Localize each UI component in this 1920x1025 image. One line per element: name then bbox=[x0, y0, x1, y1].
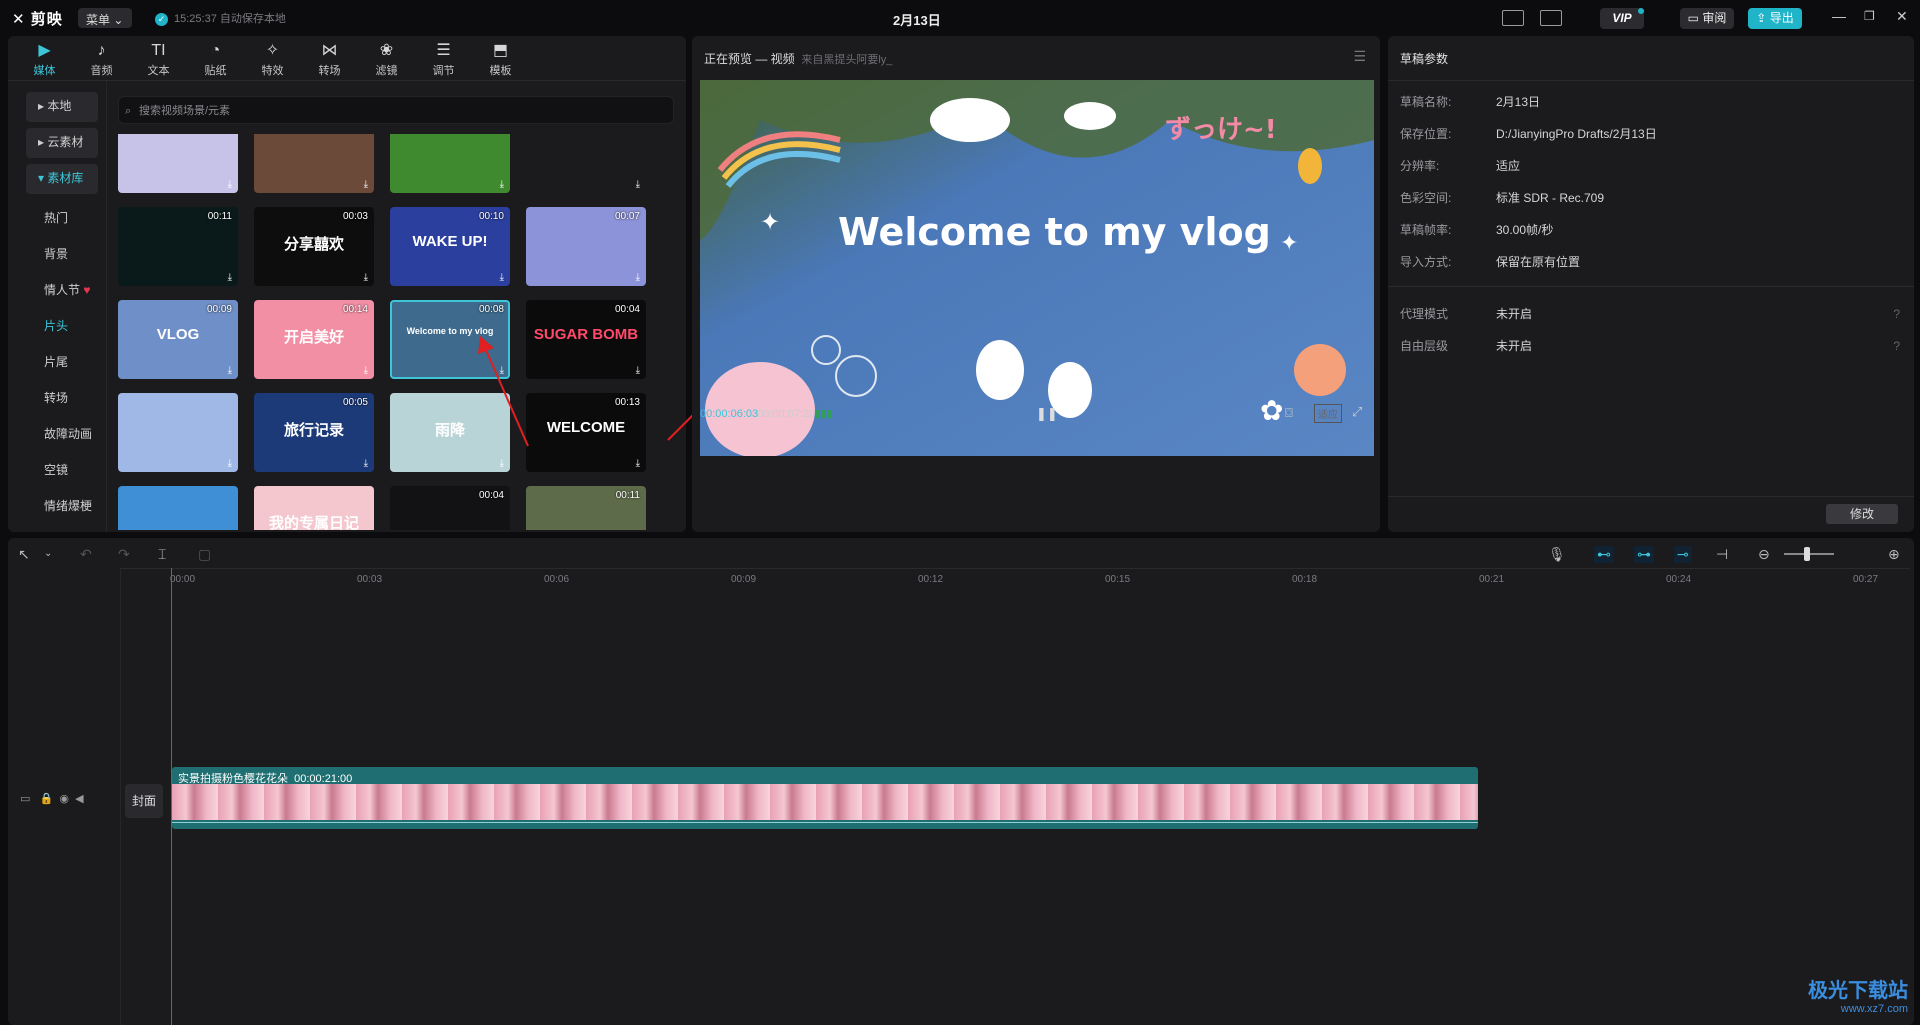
ruler-tick-label: 00:18 bbox=[1292, 574, 1318, 585]
app-logo: ✕ 剪映 bbox=[12, 11, 63, 28]
redo-icon[interactable]: ↷ bbox=[118, 546, 130, 563]
document-title: 2月13日 bbox=[893, 13, 941, 28]
check-icon: ✓ bbox=[155, 13, 168, 26]
delete-icon[interactable]: ▢ bbox=[198, 546, 211, 563]
draft-rows-2: 代理模式 未开启? 自由层级 未开启? bbox=[1388, 298, 1914, 362]
ruler-tick-label: 00:15 bbox=[1105, 574, 1131, 585]
row-color-space: 色彩空间: 标准 SDR - Rec.709 bbox=[1400, 191, 1605, 205]
pause-icon[interactable]: ❚❚ bbox=[1036, 406, 1058, 422]
cover-button[interactable]: 封面 bbox=[125, 784, 163, 818]
preview-axis-icon[interactable]: ⊸ bbox=[1674, 546, 1692, 563]
media-panel: ▶ 媒体 ♪ 音频 TI 文本 ◔ 贴纸 ✧ 特效 ⋈ 转场 ❀ 滤镜 ☰ 调节 ⬒ 模板 ▸ 本… bbox=[8, 36, 736, 532]
audio-meter-icon: ▮▮▮ bbox=[814, 408, 833, 420]
zoom-slider-handle[interactable] bbox=[1804, 547, 1810, 561]
zoom-out-icon[interactable]: ⊖ bbox=[1758, 546, 1770, 563]
sparkle-sticker: ✦ bbox=[760, 209, 780, 236]
volume-icon[interactable]: ◀ bbox=[75, 793, 83, 805]
autosave-status: ✓ 15:25:37 自动保存本地 bbox=[155, 10, 286, 26]
divider bbox=[1388, 496, 1914, 497]
ratio-button[interactable]: 适应 bbox=[1314, 404, 1342, 423]
restore-icon[interactable]: ❐ bbox=[1864, 9, 1875, 23]
cloud-sticker bbox=[930, 98, 1010, 142]
help-icon[interactable]: ? bbox=[1893, 330, 1900, 362]
paw-sticker-1 bbox=[976, 340, 1024, 400]
total-time: 00:00:07:20 bbox=[757, 408, 816, 420]
chevron-down-icon: ⌄ bbox=[113, 13, 124, 27]
watermark-url: www.xz7.com bbox=[1840, 1003, 1908, 1015]
current-time: 00:00:06:03 bbox=[700, 408, 759, 420]
ruler-tick-label: 00:00 bbox=[170, 574, 196, 585]
clip-audio-line bbox=[172, 822, 1478, 823]
ruler-tick-label: 00:03 bbox=[357, 574, 383, 585]
preview-panel: 正在预览 — 视频 来自黑提头阿要ly_ ☰ ずっけ~! Welcome to … bbox=[692, 36, 1380, 532]
help-icon[interactable]: ? bbox=[1893, 298, 1900, 330]
row-resolution: 分辨率: 适应 bbox=[1400, 159, 1521, 173]
ruler-tick-label: 00:06 bbox=[544, 574, 570, 585]
row-framerate: 草稿帧率: 30.00帧/秒 bbox=[1400, 223, 1554, 237]
ruler-tick-label: 00:21 bbox=[1479, 574, 1505, 585]
row-free-layer: 自由层级 未开启? bbox=[1388, 330, 1914, 362]
butterfly-sticker: ✿ bbox=[1260, 395, 1283, 426]
export-button[interactable]: ⇪ 导出 bbox=[1748, 8, 1802, 29]
top-bar: ✕ 剪映 菜单 ⌄ ✓ 15:25:37 自动保存本地 2月13日 VIP ▭ 审… bbox=[0, 0, 1920, 36]
shortcut-icon[interactable] bbox=[1502, 10, 1524, 26]
bee-sticker bbox=[1298, 148, 1322, 184]
split-icon[interactable]: ⌶ bbox=[158, 546, 166, 563]
flower-sticker bbox=[1294, 344, 1346, 396]
select-tool-icon[interactable]: ↖ bbox=[18, 546, 30, 563]
close-icon[interactable]: ✕ bbox=[1896, 8, 1908, 25]
ruler-tick-label: 00:09 bbox=[731, 574, 757, 585]
arrow-line-1 bbox=[485, 349, 529, 447]
more-menu-icon[interactable]: ☰ bbox=[1353, 48, 1366, 65]
ruler-tick-label: 00:27 bbox=[1853, 574, 1879, 585]
review-button[interactable]: ▭ 审阅 bbox=[1680, 8, 1734, 29]
fullscreen-icon[interactable]: ⤢ bbox=[1352, 404, 1362, 420]
align-icon[interactable]: ⊣ bbox=[1716, 546, 1728, 563]
preview-artwork: ずっけ~! Welcome to my vlog ✿ ✦ ✦ bbox=[700, 80, 1374, 456]
track-header-divider bbox=[120, 568, 121, 1025]
vip-dot bbox=[1638, 8, 1644, 14]
modify-button[interactable]: 修改 bbox=[1826, 504, 1898, 524]
undo-icon[interactable]: ↶ bbox=[80, 546, 92, 563]
row-save-location: 保存位置: D:/JianyingPro Drafts/2月13日 bbox=[1400, 127, 1657, 141]
row-proxy-mode: 代理模式 未开启? bbox=[1388, 298, 1914, 330]
track-cover-icon[interactable]: ▭ bbox=[20, 793, 30, 805]
layout-icon[interactable] bbox=[1540, 10, 1562, 26]
divider bbox=[1388, 80, 1914, 81]
row-draft-name: 草稿名称: 2月13日 bbox=[1400, 95, 1541, 109]
watermark: 极光下载站 www.xz7.com bbox=[1768, 974, 1908, 1015]
cloud-sticker-small bbox=[1064, 102, 1116, 130]
video-clip[interactable]: 实景拍摄粉色樱花花朵 00:00:21:00 bbox=[172, 767, 1478, 829]
sparkle-sticker-2: ✦ bbox=[1280, 230, 1298, 255]
timeline-toolbar: ↖ ⌄ ↶ ↷ ⌶ ▢ 🎙 ⊷ ⊶ ⊸ ⊣ ⊖ ⊕ bbox=[8, 538, 1914, 568]
chevron-down-icon[interactable]: ⌄ bbox=[44, 548, 52, 559]
track-controls: ▭ 🔒 ◉ ◀ bbox=[20, 792, 84, 805]
lock-icon[interactable]: 🔒 bbox=[40, 793, 54, 805]
row-import-mode: 导入方式: 保留在原有位置 bbox=[1400, 255, 1581, 269]
eye-icon[interactable]: ◉ bbox=[59, 793, 69, 805]
zoom-in-icon[interactable]: ⊕ bbox=[1888, 546, 1900, 563]
draft-rows: 草稿名称: 2月13日 保存位置: D:/JianyingPro Drafts/2月… bbox=[1388, 86, 1914, 278]
draft-params-panel: 草稿参数 草稿名称: 2月13日 保存位置: D:/JianyingPro Draf… bbox=[1388, 36, 1914, 532]
preview-overlay-text: Welcome to my vlog bbox=[838, 210, 1271, 254]
magnet-icon[interactable]: ⊷ bbox=[1594, 546, 1614, 563]
divider bbox=[1388, 286, 1914, 287]
divider bbox=[120, 568, 1910, 569]
video-preview[interactable]: ずっけ~! Welcome to my vlog ✿ ✦ ✦ bbox=[700, 80, 1374, 456]
clip-thumbnails bbox=[172, 784, 1478, 820]
ruler-tick-label: 00:24 bbox=[1666, 574, 1692, 585]
screenshot-icon[interactable]: ⌼ bbox=[1285, 405, 1293, 421]
microphone-icon[interactable]: 🎙 bbox=[1548, 546, 1566, 563]
link-icon[interactable]: ⊶ bbox=[1634, 546, 1654, 563]
minimize-icon[interactable]: — bbox=[1832, 8, 1846, 24]
timeline-panel: ↖ ⌄ ↶ ↷ ⌶ ▢ 🎙 ⊷ ⊶ ⊸ ⊣ ⊖ ⊕ 00:00 00:03 00:0… bbox=[8, 538, 1914, 1025]
draft-title: 草稿参数 bbox=[1400, 52, 1449, 66]
preview-header: 正在预览 — 视频 来自黑提头阿要ly_ bbox=[704, 52, 893, 66]
menu-button[interactable]: 菜单 ⌄ bbox=[78, 8, 132, 28]
ruler-tick-label: 00:12 bbox=[918, 574, 944, 585]
watermark-name: 极光下载站 bbox=[1808, 980, 1908, 1002]
timeline-ruler: 00:00 00:03 00:06 00:09 00:12 00:15 00:18 00:21… bbox=[170, 574, 1910, 588]
japanese-sticker: ずっけ~! bbox=[1165, 115, 1277, 145]
